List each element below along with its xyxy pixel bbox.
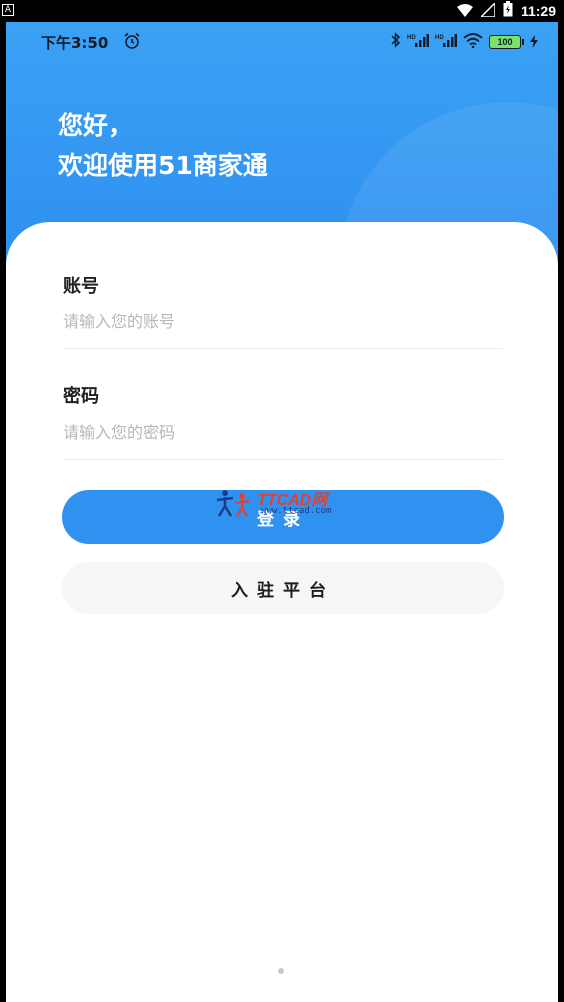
device-status-right: 11:29	[456, 0, 556, 22]
battery-level: 100	[489, 35, 521, 49]
account-divider	[63, 348, 503, 349]
hd-signal-icon-2: HD	[435, 32, 457, 52]
device-status-bar: A 11:29	[0, 0, 564, 22]
status-system-icons: HD HD 100	[391, 32, 538, 52]
app-window: 下午3:50 HD HD 100 您好， 欢迎使用51商家通 账号 请输入您的账…	[6, 22, 558, 1002]
greeting: 您好， 欢迎使用51商家通	[58, 106, 268, 186]
svg-text:HD: HD	[407, 35, 416, 41]
account-label: 账号	[63, 276, 99, 297]
password-label: 密码	[63, 386, 99, 407]
signal-icon	[479, 0, 496, 21]
notification-a-icon: A	[2, 4, 14, 16]
alarm-icon	[123, 32, 141, 54]
status-time: 下午3:50	[41, 34, 109, 52]
device-time: 11:29	[520, 3, 556, 19]
password-input[interactable]	[63, 415, 503, 449]
wifi-icon	[463, 32, 483, 52]
charging-icon	[530, 33, 538, 52]
app-status-bar: 下午3:50 HD HD 100	[6, 22, 558, 62]
wifi-icon	[456, 2, 473, 21]
password-divider	[63, 459, 503, 460]
battery-indicator: 100	[489, 35, 524, 49]
hd-signal-icon-1: HD	[407, 32, 429, 52]
svg-text:HD: HD	[435, 35, 444, 41]
login-button[interactable]: 登录	[62, 490, 504, 544]
bluetooth-icon	[391, 32, 401, 52]
greeting-line-2: 欢迎使用51商家通	[58, 151, 268, 180]
battery-tip	[522, 39, 524, 45]
greeting-line-1: 您好，	[58, 111, 134, 140]
page-indicator-dot	[278, 968, 284, 974]
account-input[interactable]	[63, 304, 503, 338]
login-card: 账号 密码 登录 入驻平台 TTCAD网 www.ttcad.com	[6, 222, 558, 1002]
join-platform-button[interactable]: 入驻平台	[62, 562, 504, 614]
battery-icon	[503, 1, 513, 21]
